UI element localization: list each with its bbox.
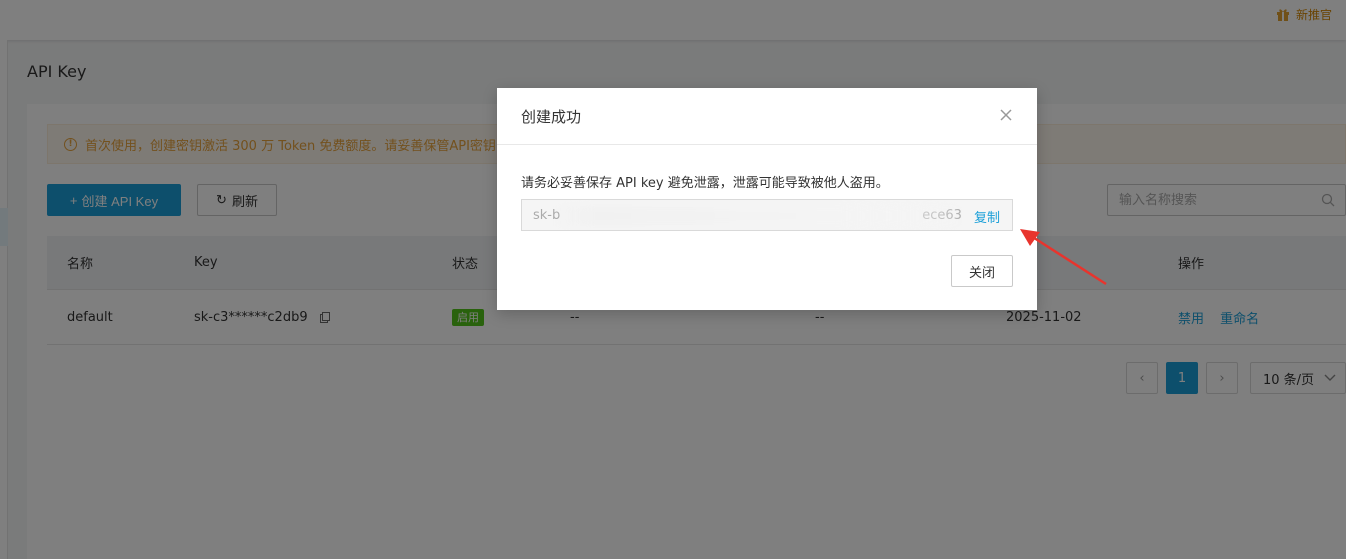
api-key-field[interactable]: sk-bece63 复制 <box>521 199 1013 231</box>
close-icon[interactable] <box>999 108 1013 122</box>
copy-key-link[interactable]: 复制 <box>974 207 1000 226</box>
dialog-message: 请务必妥善保存 API key 避免泄露，泄露可能导致被他人盗用。 <box>521 176 889 191</box>
dialog-close-button[interactable]: 关闭 <box>951 255 1013 287</box>
dialog-title: 创建成功 <box>521 108 582 126</box>
annotation-arrow-icon <box>1020 229 1107 286</box>
dialog-divider <box>497 144 1037 145</box>
api-key-prefix: sk-b <box>533 207 561 223</box>
create-success-dialog: 创建成功 请务必妥善保存 API key 避免泄露，泄露可能导致被他人盗用。 s… <box>497 88 1037 310</box>
key-redaction-blur <box>558 206 958 226</box>
